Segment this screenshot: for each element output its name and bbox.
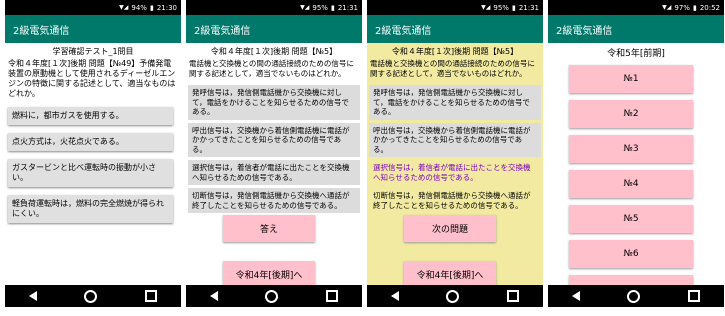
home-icon[interactable] <box>84 289 98 303</box>
nav-bar <box>548 285 724 307</box>
quiz-content: 学習確認テスト_1問目 令和４年度[１次]後期 問題【№49】予備発電装置の原動… <box>5 43 181 285</box>
battery-level: 95% <box>312 3 328 12</box>
battery-level: 95% <box>493 3 509 12</box>
status-bar: ▼◢ 97% ▮ 20:52 <box>548 0 724 15</box>
back-to-list-button[interactable]: 令和4年[後期]へ <box>404 261 496 285</box>
phone-screen-2: ▼◢ 95% ▮ 21:31 2級電気通信 令和４年度[１次]後期 問題【№5】… <box>186 0 362 307</box>
clock: 21:31 <box>518 3 539 12</box>
question-item-2[interactable]: №2 <box>569 100 693 128</box>
option-button-3[interactable]: ガスタービンと比べ運転時の振動が小さい。 <box>8 159 173 187</box>
answer-button[interactable]: 答え <box>223 215 315 242</box>
question-text: 電話機と交換機との間の通話接続のための信号に関する記述として，適当でないものはど… <box>189 59 354 78</box>
clock: 20:52 <box>699 3 720 12</box>
question-item-4[interactable]: №4 <box>569 170 693 198</box>
page-title: 令和5年[前期] <box>607 49 665 59</box>
back-icon[interactable] <box>571 291 580 301</box>
question-item-partial[interactable] <box>569 275 693 285</box>
option-button-2[interactable]: 点火方式は，火花点火である。 <box>8 133 173 151</box>
recents-icon[interactable] <box>326 290 339 302</box>
back-to-list-button[interactable]: 令和4年[後期]へ <box>223 261 315 285</box>
option-row-3[interactable]: 選択信号は，着信者が電話に出たことを交換機へ知らせるための信号である。 <box>188 160 360 185</box>
option-row-2: 呼出信号は，交換機から着信側電話機に電話がかかってきたことを知らせるための信号で… <box>369 122 541 157</box>
option-row-1[interactable]: 発呼信号は，発信側電話機から交換機に対して，電話をかけることを知らせるための信号… <box>188 85 360 120</box>
back-icon[interactable] <box>209 291 218 301</box>
recents-icon[interactable] <box>507 290 520 302</box>
phone-screen-1: ▼◢ 94% ▮ 21:30 2級電気通信 学習確認テスト_1問目 令和４年度[… <box>5 0 181 307</box>
battery-icon: ▮ <box>692 3 697 12</box>
app-bar: 2級電気通信 <box>548 15 724 43</box>
app-title: 2級電気通信 <box>556 25 613 37</box>
status-bar: ▼◢ 95% ▮ 21:31 <box>367 0 543 15</box>
option-row-1: 発呼信号は，発信側電話機から交換機に対して，電話をかけることを知らせるための信号… <box>369 85 541 120</box>
status-bar: ▼◢ 95% ▮ 21:31 <box>186 0 362 15</box>
option-row-2[interactable]: 呼出信号は，交換機から着信側電話機に電話がかかってきたことを知らせるための信号で… <box>188 122 360 157</box>
battery-icon: ▮ <box>149 3 154 12</box>
signal-icon: ▼◢ <box>662 4 672 11</box>
back-icon[interactable] <box>390 291 399 301</box>
app-bar: 2級電気通信 <box>367 15 543 43</box>
app-title: 2級電気通信 <box>375 25 432 37</box>
answer-content: 令和４年度[１次]後期 問題【№5】 電話機と交換機との間の通話接続のための信号… <box>367 43 543 285</box>
app-title: 2級電気通信 <box>13 25 70 37</box>
option-row-4[interactable]: 切断信号は，発信側電話機から交換機へ通話が終了したことを知らせるための信号である… <box>188 188 360 213</box>
nav-bar <box>186 285 362 307</box>
question-list-content: 令和5年[前期] №1 №2 №3 №4 №5 №6 <box>548 43 724 285</box>
status-bar: ▼◢ 94% ▮ 21:30 <box>5 0 181 15</box>
recents-icon[interactable] <box>688 290 701 302</box>
page-title: 令和４年度[１次]後期 問題【№5】 <box>391 47 519 56</box>
question-item-5[interactable]: №5 <box>569 205 693 233</box>
nav-bar <box>5 285 181 307</box>
home-icon[interactable] <box>627 289 641 303</box>
signal-icon: ▼◢ <box>300 4 310 11</box>
back-icon[interactable] <box>28 291 37 301</box>
option-button-4[interactable]: 軽負荷運転時は，燃料の完全燃焼が得られにくい。 <box>8 195 173 223</box>
question-text: 電話機と交換機との間の通話接続のための信号に関する記述として，適当でないものはど… <box>370 59 535 78</box>
phone-screen-4: ▼◢ 97% ▮ 20:52 2級電気通信 令和5年[前期] №1 №2 №3 … <box>548 0 724 307</box>
battery-icon: ▮ <box>330 3 335 12</box>
option-row-4: 切断信号は，発信側電話機から交換機へ通話が終了したことを知らせるための信号である… <box>373 191 531 210</box>
app-bar: 2級電気通信 <box>186 15 362 43</box>
question-item-1[interactable]: №1 <box>569 65 693 93</box>
page-title: 令和４年度[１次]後期 問題【№5】 <box>210 47 338 56</box>
question-item-3[interactable]: №3 <box>569 135 693 163</box>
clock: 21:31 <box>337 3 358 12</box>
question-content: 令和４年度[１次]後期 問題【№5】 電話機と交換機との間の通話接続のための信号… <box>186 43 362 285</box>
signal-icon: ▼◢ <box>481 4 491 11</box>
correct-option-row: 選択信号は，着信者が電話に出たことを交換機へ知らせるための信号である。 <box>373 163 531 182</box>
page-title: 学習確認テスト_1問目 <box>52 47 134 56</box>
clock: 21:30 <box>156 3 177 12</box>
question-text: 令和４年度[１次]後期 問題【№49】予備発電装置の原動機として使用されるディー… <box>8 59 176 98</box>
recents-icon[interactable] <box>145 290 158 302</box>
battery-icon: ▮ <box>511 3 516 12</box>
app-title: 2級電気通信 <box>194 25 251 37</box>
question-item-6[interactable]: №6 <box>569 240 693 268</box>
app-bar: 2級電気通信 <box>5 15 181 43</box>
phone-screen-3: ▼◢ 95% ▮ 21:31 2級電気通信 令和４年度[１次]後期 問題【№5】… <box>367 0 543 307</box>
battery-level: 94% <box>131 3 147 12</box>
home-icon[interactable] <box>446 289 460 303</box>
signal-icon: ▼◢ <box>119 4 129 11</box>
nav-bar <box>367 285 543 307</box>
home-icon[interactable] <box>265 289 279 303</box>
option-button-1[interactable]: 燃料に，都市ガスを使用する。 <box>8 107 173 125</box>
next-question-button[interactable]: 次の問題 <box>404 215 496 242</box>
battery-level: 97% <box>674 3 690 12</box>
